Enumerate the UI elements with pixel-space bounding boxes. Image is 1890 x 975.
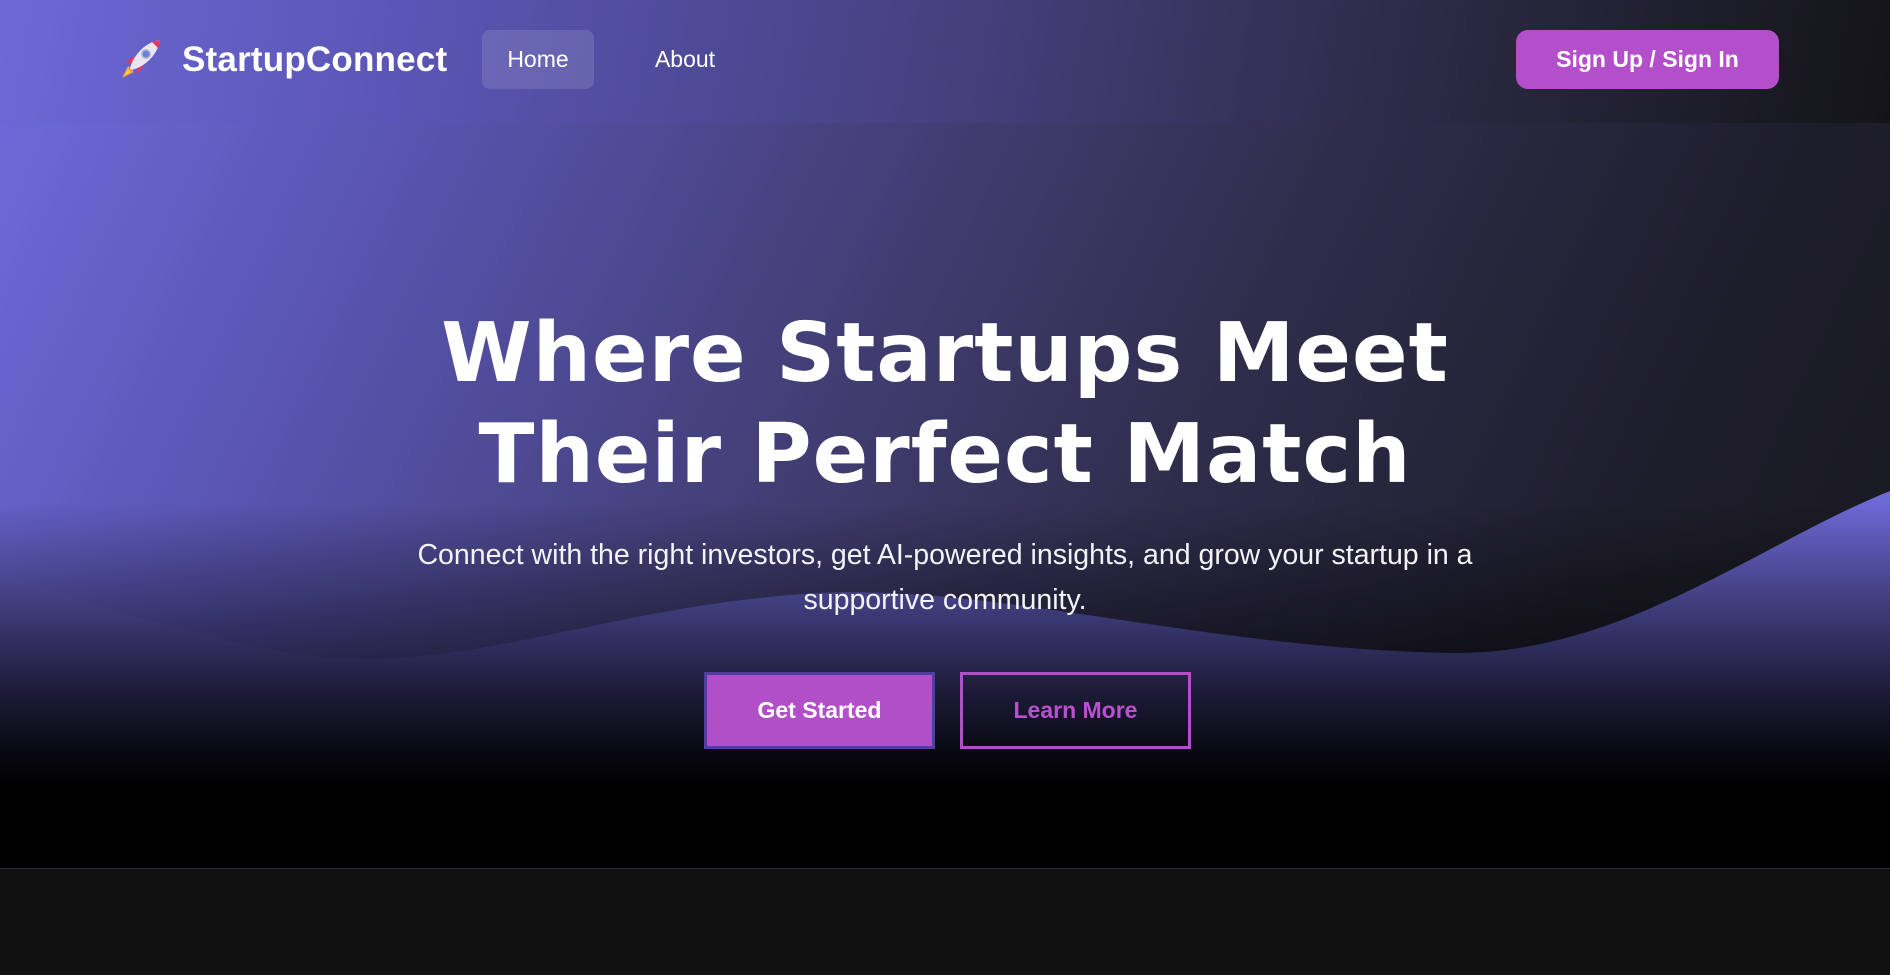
hero-title-line-1: Where Startups Meet: [441, 306, 1449, 401]
learn-more-button[interactable]: Learn More: [960, 672, 1191, 749]
rocket-icon: [116, 36, 162, 84]
nav-link-home[interactable]: Home: [482, 30, 594, 89]
hero-subtitle-line-1: Connect with the right investors, get AI…: [417, 539, 1473, 571]
hero-section: Where Startups Meet Their Perfect Match …: [0, 123, 1890, 869]
hero-title: Where Startups Meet Their Perfect Match: [345, 303, 1545, 505]
hero-subtitle: Connect with the right investors, get AI…: [370, 533, 1520, 623]
signup-signin-button[interactable]: Sign Up / Sign In: [1516, 30, 1779, 89]
nav-link-about[interactable]: About: [630, 30, 740, 89]
get-started-button[interactable]: Get Started: [704, 672, 935, 749]
brand-logo[interactable]: StartupConnect: [116, 36, 447, 84]
navbar: StartupConnect Home About Sign Up / Sign…: [0, 0, 1890, 123]
next-section: [0, 869, 1890, 975]
hero-title-line-2: Their Perfect Match: [478, 407, 1412, 502]
hero-subtitle-line-2: supportive community.: [803, 584, 1087, 616]
brand-name: StartupConnect: [182, 40, 448, 79]
page: StartupConnect Home About Sign Up / Sign…: [0, 0, 1890, 975]
